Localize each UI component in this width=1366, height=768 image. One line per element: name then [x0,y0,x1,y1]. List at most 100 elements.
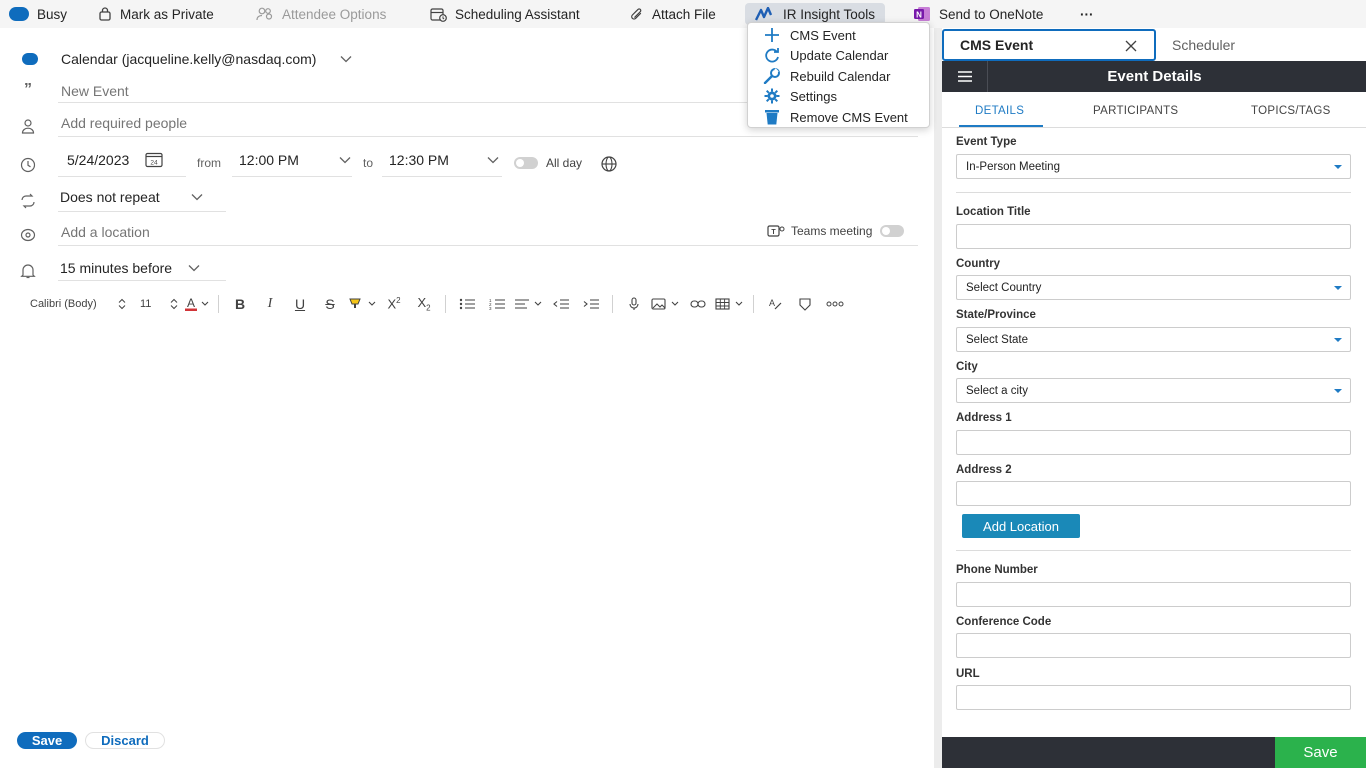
dropdown-caret-icon [1334,338,1342,342]
attach-file-label: Attach File [652,6,716,22]
increase-indent-icon[interactable] [576,293,606,315]
plus-icon [762,26,782,44]
insert-picture-icon[interactable] [649,293,683,315]
start-date-value: 5/24/2023 [67,152,130,168]
tab-topics-tags[interactable]: TOPICS/TAGS [1251,105,1331,117]
menu-item-rebuild-calendar[interactable]: Rebuild Calendar [748,66,931,86]
decrease-indent-icon[interactable] [546,293,576,315]
city-label: City [956,361,978,373]
location-title-label: Location Title [956,206,1031,218]
ir-insight-tools-menu: CMS Event Update Calendar Rebuild Calend… [747,22,930,128]
formatting-toolbar: Calibri (Body) 11 A B I U S X2 X2 123 A [24,293,850,315]
dictate-icon[interactable] [619,293,649,315]
active-tab-indicator [959,125,1043,127]
signature-icon[interactable] [790,293,820,315]
dropdown-caret-icon [1334,165,1342,169]
font-size-selector[interactable]: 11 [134,293,182,315]
menu-item-settings[interactable]: Settings [748,86,931,106]
location-input[interactable] [61,221,661,243]
tab-scheduler[interactable]: Scheduler [1172,37,1235,53]
end-time-selector[interactable]: 12:30 PM [389,152,499,168]
spin-arrows-icon [170,298,178,310]
discard-button[interactable]: Discard [85,732,165,749]
tab-participants[interactable]: PARTICIPANTS [1093,105,1178,117]
menu-item-cms-event[interactable]: CMS Event [748,25,931,45]
country-select[interactable]: Select Country [956,275,1351,300]
start-date-picker[interactable]: 5/24/2023 24 [67,152,163,168]
title-underline [58,102,758,103]
editor-icon[interactable]: A [760,293,790,315]
subscript-icon[interactable]: X2 [409,293,439,315]
pane-splitter[interactable] [934,28,942,768]
event-title-input[interactable] [61,80,761,102]
repeat-underline [58,211,226,212]
hamburger-menu-icon[interactable] [942,61,988,92]
paperclip-icon [630,7,644,22]
city-select[interactable]: Select a city [956,378,1351,403]
tab-cms-event[interactable]: CMS Event [942,29,1156,61]
gear-icon [762,87,782,105]
reminder-selector[interactable]: 15 minutes before [60,260,200,276]
chevron-down-icon [191,193,203,201]
font-color-button[interactable]: A [182,293,212,315]
chevron-down-icon [340,55,352,63]
address1-input[interactable] [956,430,1351,455]
italic-icon[interactable]: I [255,293,285,315]
bullet-list-icon[interactable] [452,293,482,315]
bell-icon [18,261,38,281]
table-icon[interactable] [713,293,747,315]
menu-item-remove-cms-event[interactable]: Remove CMS Event [748,107,931,127]
teams-icon: T [767,224,785,238]
conference-code-input[interactable] [956,633,1351,658]
globe-icon[interactable] [600,156,618,172]
mark-private-label: Mark as Private [120,6,214,22]
bold-icon[interactable]: B [225,293,255,315]
phone-number-input[interactable] [956,582,1351,607]
all-day-switch[interactable] [514,157,538,169]
address2-input[interactable] [956,481,1351,506]
menu-item-update-calendar[interactable]: Update Calendar [748,45,931,65]
more-options-button[interactable]: ··· [1080,0,1094,28]
toolbar-divider [612,295,613,313]
start-time-selector[interactable]: 12:00 PM [239,152,351,168]
highlight-icon[interactable] [345,293,379,315]
mark-private-button[interactable]: Mark as Private [98,0,214,28]
tab-details[interactable]: DETAILS [975,105,1024,117]
event-type-select[interactable]: In-Person Meeting [956,154,1351,179]
trash-icon [762,108,782,126]
url-input[interactable] [956,685,1351,710]
location-title-input[interactable] [956,224,1351,249]
teams-meeting-switch[interactable] [880,225,905,237]
add-location-button[interactable]: Add Location [962,514,1080,538]
more-formatting-icon[interactable] [820,293,850,315]
all-day-toggle[interactable]: All day [514,156,582,170]
align-icon[interactable] [512,293,546,315]
calendar-selector[interactable]: Calendar (jacqueline.kelly@nasdaq.com) [61,51,352,67]
chevron-down-icon [339,156,351,164]
people-settings-icon [256,7,274,21]
close-icon[interactable] [1124,39,1138,53]
scheduling-assistant-button[interactable]: Scheduling Assistant [430,0,580,28]
save-button[interactable]: Save [17,732,77,749]
send-to-onenote-button[interactable]: N Send to OneNote [913,0,1043,28]
strikethrough-icon[interactable]: S [315,293,345,315]
superscript-icon[interactable]: X2 [379,293,409,315]
busy-button[interactable]: Busy [9,0,67,28]
pane-save-button[interactable]: Save [1275,737,1366,768]
required-people-input[interactable] [61,112,751,134]
state-value: Select State [966,333,1029,346]
link-icon[interactable] [683,293,713,315]
font-family-selector[interactable]: Calibri (Body) [24,293,130,315]
numbered-list-icon[interactable]: 123 [482,293,512,315]
toolbar-divider [218,295,219,313]
underline-icon[interactable]: U [285,293,315,315]
attach-file-button[interactable]: Attach File [630,0,716,28]
font-size-value: 11 [140,298,152,310]
ribbon-toolbar: Busy Mark as Private Attendee Options Sc… [0,0,1366,28]
teams-meeting-toggle[interactable]: T Teams meeting [767,224,905,238]
repeat-selector[interactable]: Does not repeat [60,189,203,205]
city-value: Select a city [966,384,1028,397]
state-select[interactable]: Select State [956,327,1351,352]
attendee-options-button[interactable]: Attendee Options [256,0,386,28]
repeat-icon [18,191,38,211]
